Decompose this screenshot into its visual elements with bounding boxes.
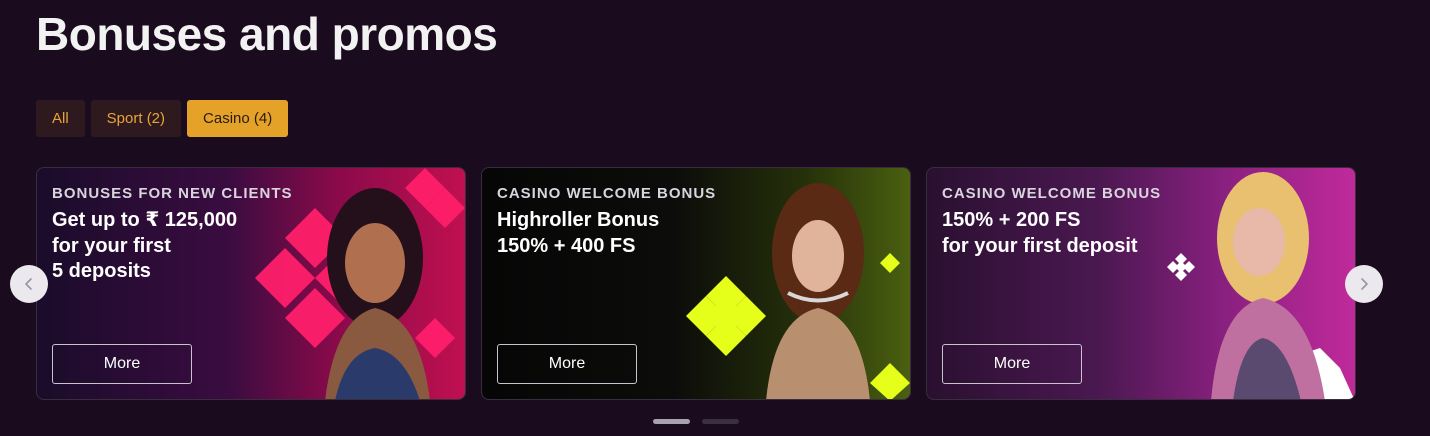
filter-sport[interactable]: Sport (2) — [90, 100, 182, 137]
more-button[interactable]: More — [942, 344, 1082, 384]
pagination-dot-2[interactable] — [702, 419, 739, 424]
filter-all[interactable]: All — [36, 100, 85, 137]
card-kicker: CASINO WELCOME BONUS — [942, 185, 1162, 202]
chevron-left-icon — [25, 278, 32, 290]
more-button[interactable]: More — [497, 344, 637, 384]
promo-artwork — [686, 183, 910, 399]
promo-card-new-clients[interactable]: BONUSES FOR NEW CLIENTS Get up to ₹ 125,… — [36, 167, 466, 400]
pagination-dot-1[interactable] — [653, 419, 690, 424]
card-headline: 150% + 200 FS for your first deposit — [942, 209, 1138, 257]
carousel-prev-button[interactable] — [10, 265, 48, 303]
page-title: Bonuses and promos — [36, 8, 498, 60]
card-kicker: CASINO WELCOME BONUS — [497, 185, 717, 202]
promo-card-welcome[interactable]: CASINO WELCOME BONUS 150% + 200 FS for y… — [926, 167, 1356, 400]
promo-card-highroller[interactable]: CASINO WELCOME BONUS Highroller Bonus 15… — [481, 167, 911, 400]
card-kicker: BONUSES FOR NEW CLIENTS — [52, 185, 293, 202]
carousel-next-button[interactable] — [1345, 265, 1383, 303]
chevron-right-icon — [1361, 278, 1368, 290]
promo-artwork — [1167, 172, 1355, 399]
card-headline: Get up to ₹ 125,000 for your first 5 dep… — [52, 209, 238, 282]
card-headline: Highroller Bonus 150% + 400 FS — [497, 209, 660, 257]
filter-casino[interactable]: Casino (4) — [187, 100, 289, 137]
filter-tabs: All Sport (2) Casino (4) — [36, 100, 289, 137]
carousel-pagination — [653, 419, 739, 424]
more-button[interactable]: More — [52, 344, 192, 384]
promos-page: Bonuses and promos All Sport (2) Casino … — [0, 0, 1430, 436]
